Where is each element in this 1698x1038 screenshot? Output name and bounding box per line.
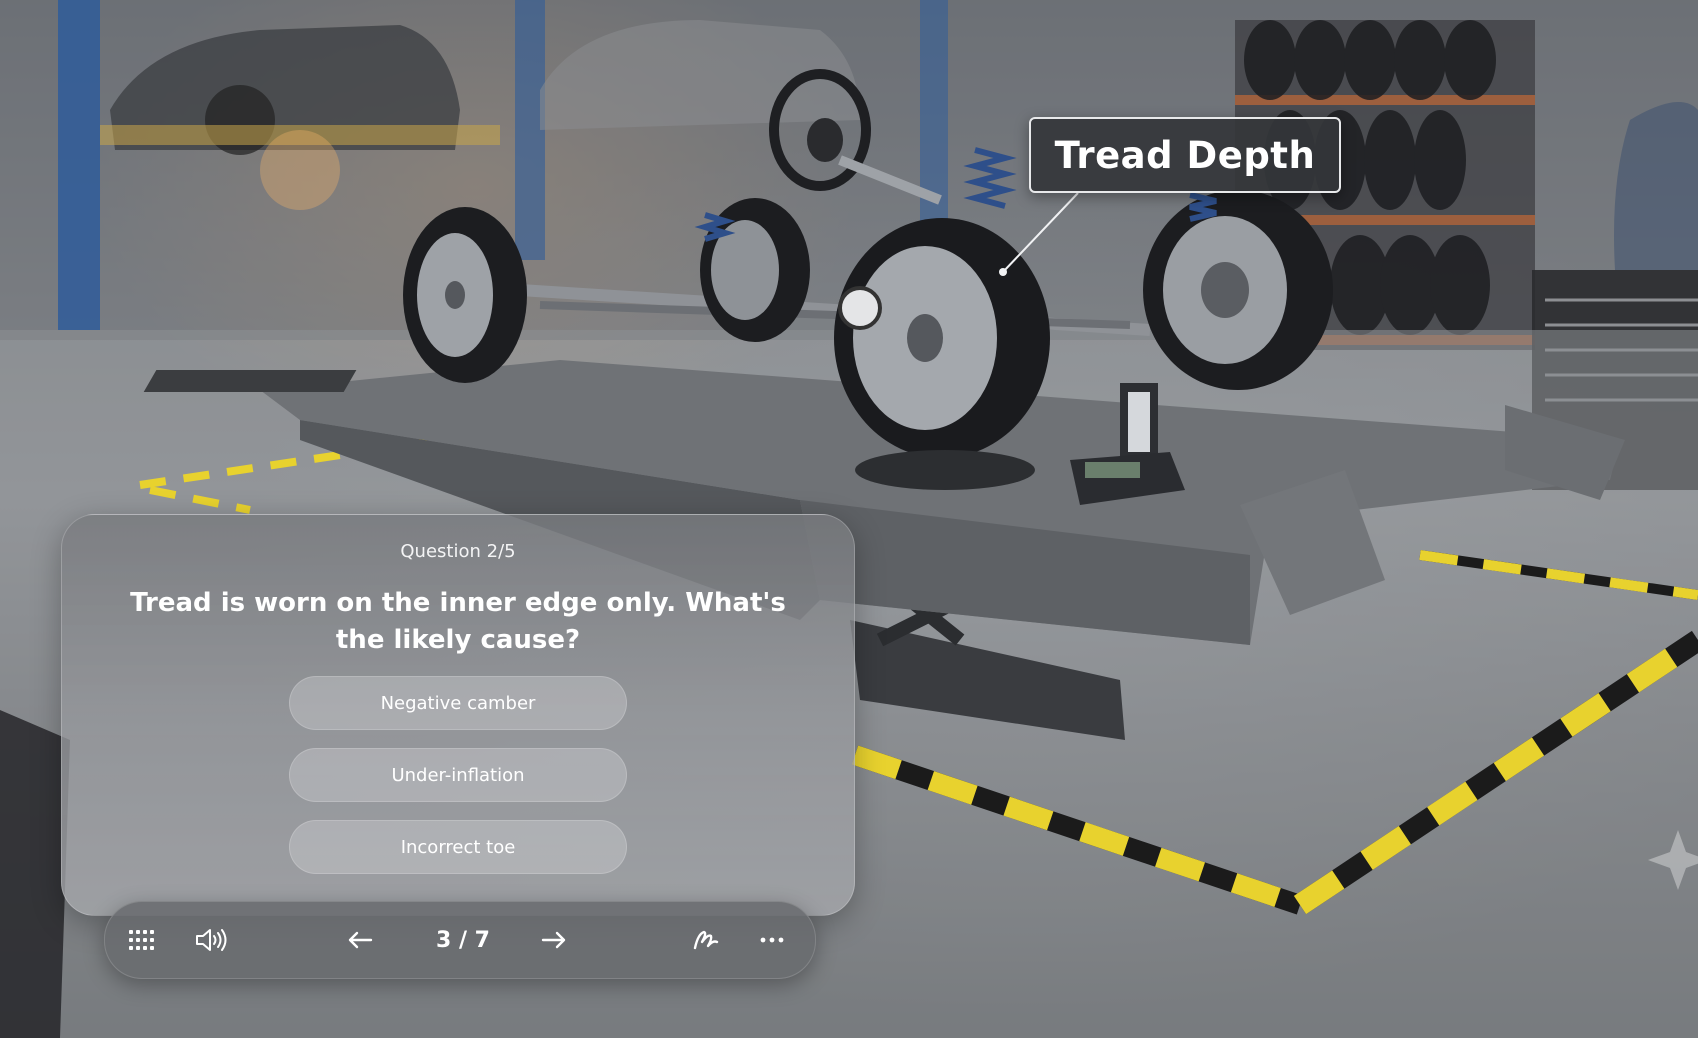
- speaker-icon: [196, 929, 227, 951]
- callout-label: Tread Depth: [1054, 133, 1316, 177]
- tread-depth-callout: Tread Depth: [1029, 117, 1341, 193]
- workshop-scene: Tread Depth Question 2/5 Tread is worn o…: [0, 0, 1698, 1038]
- sound-button[interactable]: [191, 920, 231, 960]
- answer-label: Incorrect toe: [400, 836, 516, 858]
- answer-option-negative-camber[interactable]: Negative camber: [289, 676, 627, 730]
- answer-label: Under-inflation: [391, 764, 525, 786]
- page-indicator: 3 / 7: [436, 927, 490, 953]
- next-button[interactable]: [534, 920, 574, 960]
- more-options-button[interactable]: [752, 920, 792, 960]
- question-text: Tread is worn on the inner edge only. Wh…: [130, 588, 786, 655]
- more-icon: [760, 937, 784, 943]
- annotate-button[interactable]: [686, 920, 726, 960]
- bottom-toolbar: 3 / 7: [104, 901, 816, 979]
- answer-option-under-inflation[interactable]: Under-inflation: [289, 748, 627, 802]
- grid-icon: [129, 930, 154, 950]
- pen-icon: [693, 930, 719, 950]
- grid-menu-button[interactable]: [122, 920, 162, 960]
- answer-option-incorrect-toe[interactable]: Incorrect toe: [289, 820, 627, 874]
- answer-label: Negative camber: [380, 692, 536, 714]
- arrow-right-icon: [541, 931, 566, 949]
- previous-button[interactable]: [340, 920, 380, 960]
- arrow-left-icon: [348, 931, 373, 949]
- question-counter: Question 2/5: [400, 541, 516, 562]
- quiz-panel: Question 2/5 Tread is worn on the inner …: [61, 514, 855, 916]
